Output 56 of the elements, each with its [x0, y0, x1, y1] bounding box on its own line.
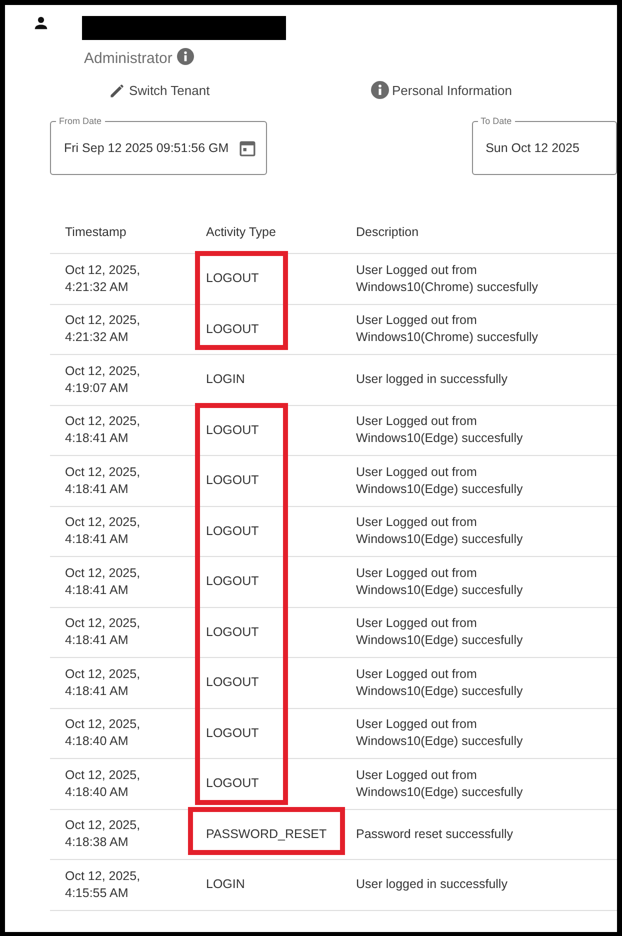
description-cell-text: User Logged out from Windows10(Edge) succesfully — [356, 413, 524, 448]
column-header: Activity Type — [205, 224, 277, 242]
column-header: Timestamp — [64, 224, 128, 242]
description-cell-text: Password reset successfully — [356, 826, 514, 843]
description-cell-text: User Logged out from Windows10(Edge) succesfully — [356, 464, 524, 498]
activity-cell-text: LOGOUT — [205, 775, 259, 792]
activity-cell-text: LOGOUT — [205, 674, 259, 692]
timestamp-cell-text: Oct 12, 2025, 4:18:41 AM — [64, 464, 142, 498]
timestamp-cell-text: Oct 12, 2025, 4:18:41 AM — [64, 615, 142, 650]
user-icon — [34, 16, 48, 30]
description-cell-text: User Logged out from Windows10(Edge) succesfully — [356, 615, 524, 650]
activity-cell-text: LOGOUT — [205, 422, 259, 439]
description-cell-text: User Logged out from Windows10(Edge) succesfully — [356, 564, 524, 599]
field-label: From Date — [58, 117, 103, 126]
activity-cell-text: LOGIN — [205, 876, 245, 894]
personal-information-button[interactable]: Personal Information — [371, 80, 512, 100]
date-field[interactable]: From Date Fri Sep 12 2025 09:51:56 GM — [50, 117, 267, 175]
timestamp-cell-text: Oct 12, 2025, 4:15:55 AM — [64, 868, 142, 902]
timestamp-cell-text: Oct 12, 2025, 4:18:41 AM — [64, 666, 142, 700]
description-cell-text: User logged in successfully — [356, 876, 508, 894]
timestamp-cell-text: Oct 12, 2025, 4:18:40 AM — [64, 716, 142, 750]
activity-cell-text: LOGOUT — [205, 270, 259, 288]
timestamp-cell-text: Oct 12, 2025, 4:19:07 AM — [64, 362, 142, 397]
activity-cell-text: LOGOUT — [205, 320, 259, 338]
activity-cell-text: LOGOUT — [205, 573, 259, 590]
switch-tenant-button[interactable]: Switch Tenant — [109, 80, 371, 100]
description-cell-text: User Logged out from Windows10(Edge) succesfully — [356, 514, 524, 548]
date-field[interactable]: To Date Sun Oct 12 2025 — [472, 117, 617, 175]
column-header: Description — [356, 224, 419, 242]
timestamp-cell-text: Oct 12, 2025, 4:21:32 AM — [64, 262, 142, 296]
date-value: Sun Oct 12 2025 — [486, 140, 580, 157]
role-label: Administrator — [84, 49, 172, 69]
timestamp-cell-text: Oct 12, 2025, 4:18:41 AM — [64, 514, 142, 548]
pencil-icon — [109, 82, 126, 99]
info-icon — [177, 48, 194, 65]
description-cell-text: User Logged out from Windows10(Chrome) succesfully — [356, 312, 540, 346]
timestamp-cell-text: Oct 12, 2025, 4:18:41 AM — [64, 564, 142, 599]
timestamp-cell-text: Oct 12, 2025, 4:18:40 AM — [64, 766, 142, 801]
field-label: To Date — [480, 117, 513, 126]
description-cell-text: User Logged out from Windows10(Chrome) succesfully — [356, 262, 540, 296]
activity-cell-text: LOGIN — [205, 371, 245, 388]
timestamp-cell-text: Oct 12, 2025, 4:18:38 AM — [64, 817, 142, 852]
activity-cell-text: LOGOUT — [205, 522, 259, 540]
description-cell-text: User logged in successfully — [356, 371, 508, 388]
timestamp-cell-text: Oct 12, 2025, 4:18:41 AM — [64, 413, 142, 448]
activity-cell-text: LOGOUT — [205, 472, 259, 490]
calendar-icon — [238, 139, 256, 157]
description-cell-text: User Logged out from Windows10(Edge) succesfully — [356, 716, 524, 750]
description-cell-text: User Logged out from Windows10(Edge) succesfully — [356, 666, 524, 700]
date-value: Fri Sep 12 2025 09:51:56 GM — [64, 140, 229, 157]
activity-cell-text: LOGOUT — [205, 624, 259, 641]
activity-cell-text: PASSWORD_RESET — [205, 826, 327, 843]
timestamp-cell-text: Oct 12, 2025, 4:21:32 AM — [64, 312, 142, 346]
info-icon — [371, 81, 389, 100]
description-cell-text: User Logged out from Windows10(Edge) succesfully — [356, 766, 524, 801]
activity-cell-text: LOGOUT — [205, 724, 259, 742]
